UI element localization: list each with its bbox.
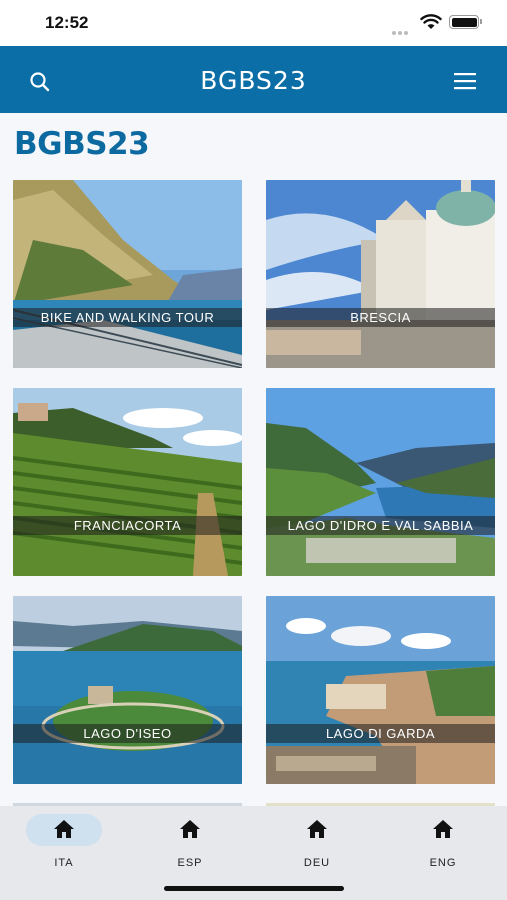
- card-brescia[interactable]: BRESCIA: [266, 180, 495, 368]
- status-bar: 12:52: [0, 0, 507, 53]
- tab-eng[interactable]: ENG: [404, 814, 482, 870]
- home-icon: [307, 820, 327, 838]
- home-icon: [54, 820, 74, 838]
- tab-label: ENG: [429, 857, 457, 869]
- card-label: BIKE AND WALKING TOUR: [13, 308, 242, 327]
- home-icon: [180, 820, 200, 838]
- card-label: LAGO D'ISEO: [13, 724, 242, 743]
- card-image: [13, 596, 242, 784]
- card-label: FRANCIACORTA: [13, 516, 242, 535]
- signal-dots-icon: [392, 22, 414, 53]
- card-bike-and-walking-tour[interactable]: BIKE AND WALKING TOUR: [13, 180, 242, 368]
- page-title: BGBS23: [14, 126, 150, 162]
- header-title: BGBS23: [200, 66, 307, 95]
- tab-deu[interactable]: DEU: [278, 814, 356, 870]
- tab-label: ESP: [177, 857, 203, 869]
- status-time: 12:52: [45, 13, 89, 32]
- card-image: [13, 180, 242, 368]
- home-indicator[interactable]: [164, 886, 344, 891]
- hamburger-menu-icon[interactable]: [453, 72, 477, 90]
- card-label: BRESCIA: [266, 308, 495, 327]
- tab-label: DEU: [303, 857, 331, 869]
- tab-esp[interactable]: ESP: [151, 814, 229, 870]
- card-franciacorta[interactable]: FRANCIACORTA: [13, 388, 242, 576]
- card-image: [266, 180, 495, 368]
- tab-ita[interactable]: ITA: [25, 814, 103, 870]
- app-header: BGBS23: [0, 46, 507, 113]
- battery-icon: [449, 15, 482, 29]
- home-icon: [433, 820, 453, 838]
- card-image: [266, 388, 495, 576]
- card-label: LAGO DI GARDA: [266, 724, 495, 743]
- card-lago-diseo[interactable]: LAGO D'ISEO: [13, 596, 242, 784]
- card-lago-di-garda[interactable]: LAGO DI GARDA: [266, 596, 495, 784]
- wifi-icon: [420, 14, 442, 29]
- card-label: LAGO D'IDRO E VAL SABBIA: [266, 516, 495, 535]
- card-image: [13, 388, 242, 576]
- card-lago-didro-e-val-sabbia[interactable]: LAGO D'IDRO E VAL SABBIA: [266, 388, 495, 576]
- card-image: [266, 596, 495, 784]
- tab-label: ITA: [54, 857, 74, 869]
